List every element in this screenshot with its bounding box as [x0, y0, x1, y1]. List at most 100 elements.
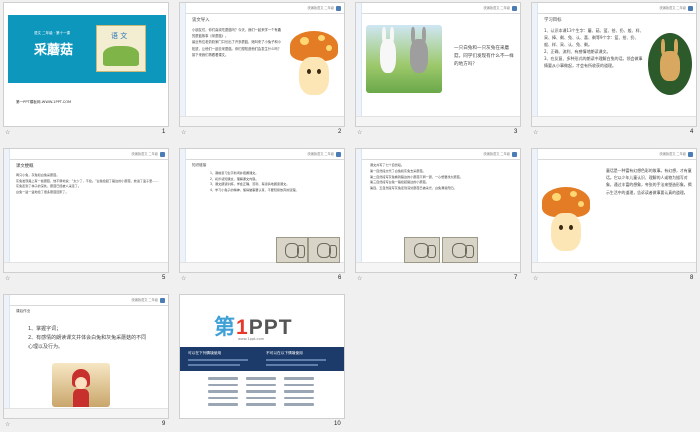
usage-allowed-label: 可以在下列情境使用	[188, 351, 222, 355]
book-label: 语 文	[111, 32, 128, 40]
usage-forbidden-label: 不可以在以下情境使用	[266, 351, 303, 355]
slide-thumbnail-2[interactable]: 统编版语文 二年级 谈文导入 小朋友们，你们喜欢吃蘑菇吗？今天，我们一起来学一个…	[179, 2, 345, 127]
slide8-text: 童话是一种富有幻想色彩的故事。有幻想，才有童话。它以少年儿童认识、理解的人或物为…	[606, 168, 692, 195]
slide-number-8: 8	[690, 275, 694, 281]
slide-thumbnail-3[interactable]: 统编版语文 二年级 一只白兔和一只灰兔在采蘑菇，同学们发现有什么不一样的地方吗？	[355, 2, 521, 127]
slide-header: 统编版语文 二年级	[532, 149, 696, 160]
slide-footer	[4, 262, 168, 272]
slide-star-icon-1: ☆	[5, 129, 11, 136]
slide-header: 统编版语文 二年级	[4, 295, 168, 306]
slide-star-icon-2: ☆	[181, 129, 187, 136]
rabbits-image	[366, 25, 442, 93]
slide-number-7: 7	[514, 275, 518, 281]
slide-footer	[356, 262, 520, 272]
slide6-item: 4、学习小兔子的精神，懂得做事要认真，不要轻易放弃的道理。	[210, 187, 299, 192]
side-bar	[180, 149, 186, 272]
slide4-item: 2、正确、流利、有感情地朗读课文。	[544, 49, 611, 54]
sketch-image-right	[308, 237, 340, 263]
slide9-heading: 课后作业	[16, 309, 31, 313]
sketch-image-left	[276, 237, 308, 263]
slide7-item: 第四、五自然段写灰兔走到深处蘑菇已被采光，白兔满载而归。	[370, 186, 457, 191]
slide-footer	[180, 262, 344, 272]
link-list-right	[284, 377, 314, 410]
side-bar	[532, 149, 538, 272]
slide4-body: 1、认识本课13个生字：蘑、菇、篮、拾、扔、般、样、采、捧、剩、兔、认、喜、剩等…	[544, 27, 644, 69]
slide6-heading: 知识链接	[192, 163, 207, 167]
slide-footer	[532, 116, 696, 126]
slide1-title: 采蘑菇	[34, 43, 74, 58]
slide2-paragraph: 小朋友们，你们喜欢吃蘑菇吗？今天，我们一起来学一个有趣的蘑菇故事《采蘑菇》。	[192, 28, 282, 39]
slide-number-3: 3	[514, 129, 518, 135]
logo-prefix: 第	[214, 316, 236, 339]
slide-header: 统编版语文 二年级	[532, 3, 696, 14]
slide2-body: 小朋友们，你们喜欢吃蘑菇吗？今天，我们一起来学一个有趣的蘑菇故事《采蘑菇》。 最…	[192, 27, 284, 58]
slide-thumbnail-7[interactable]: 统编版语文 二年级 课文共写了七个自然段。 第一自然段交代了白兔和灰兔去采蘑菇。…	[355, 148, 521, 273]
link-list-center	[246, 377, 276, 410]
sketch-image-left	[404, 237, 440, 263]
side-bar	[532, 3, 538, 126]
logo-domain: www.1ppt.com	[238, 337, 265, 341]
mushroom-character-image	[542, 187, 590, 255]
slide-number-1: 1	[162, 129, 166, 135]
slide-star-icon-4: ☆	[533, 129, 539, 136]
slide-thumbnail-9[interactable]: 统编版语文 二年级 课后作业 1、掌握字词； 2、有感情的朗读课文并体会白兔和灰…	[3, 294, 169, 419]
slide-number-6: 6	[338, 275, 342, 281]
side-bar	[180, 3, 186, 126]
slide1-footer: 第一PPT模板网-WWW.1PPT.COM	[16, 100, 72, 104]
slide1-subtitle: 语文 二年级 · 第十一课	[34, 31, 70, 35]
slide-number-2: 2	[338, 129, 342, 135]
slide5-paragraph: 白兔一篮一篮地捡了很多蘑菇回家了。	[16, 189, 69, 194]
slide-star-icon-9: ☆	[5, 421, 11, 428]
slide7-body: 课文共写了七个自然段。 第一自然段交代了白兔和灰兔去采蘑菇。 第二自然段写灰兔看…	[370, 163, 510, 192]
slide-header: 统编版语文 二年级	[180, 149, 344, 160]
slide-star-icon-5: ☆	[5, 275, 11, 282]
slide5-body: 两只小兔，灰兔和白兔采蘑菇。 灰兔发现路上有一些蘑菇，他不屑地说：“太少了，不捡…	[16, 173, 162, 195]
usage-banner: 可以在下列情境使用 不可以在以下情境使用	[180, 347, 344, 371]
slide-footer	[532, 262, 696, 272]
logo-digit: 1	[236, 316, 249, 339]
slide-thumbnail-10[interactable]: 第1PPT www.1ppt.com 可以在下列情境使用 不可以在以下情境使用	[179, 294, 345, 419]
slide-thumbnail-8[interactable]: 统编版语文 二年级 童话是一种富有幻想色彩的故事。有幻想，才有童话。它以少年儿童…	[531, 148, 697, 273]
slide-thumbnail-4[interactable]: 统编版语文 二年级 学习目标 1、认识本课13个生字：蘑、菇、篮、拾、扔、般、样…	[531, 2, 697, 127]
slide-thumbnail-1[interactable]: 语文 二年级 · 第十一课 采蘑菇 语 文 第一PPT模板网-WWW.1PPT.…	[3, 2, 169, 127]
slide4-item: 3、在反复、多种形式的朗读中理解白兔的话。领会做事情要从小事做起，才会有所收获的…	[544, 56, 643, 68]
slide-thumbnail-6[interactable]: 统编版语文 二年级 知识链接 1、课前复习生字新词并把握课文。 2、初步感知课文…	[179, 148, 345, 273]
sketch-image-right	[442, 237, 478, 263]
slide-footer	[180, 116, 344, 126]
slide6-body: 1、课前复习生字新词并把握课文。 2、初步感知课文，理解课文内容。 3、课文朗读…	[210, 171, 338, 193]
slide-star-icon-8: ☆	[533, 275, 539, 282]
mushroom-character-image	[290, 31, 338, 101]
slide-number-9: 9	[162, 421, 166, 427]
slide-star-icon-3: ☆	[357, 129, 363, 136]
textbook-image: 语 文	[96, 25, 146, 72]
slide2-heading: 谈文导入	[192, 18, 210, 23]
side-bar	[356, 149, 362, 272]
slide-footer	[4, 408, 168, 418]
slide2-paragraph: 最近有位老奶奶家门口长出了许多蘑菇，她叫来了小兔子和小松鼠，让他们一起去采蘑菇。…	[192, 40, 282, 51]
slide2-paragraph: 接下来我们再看看课文。	[192, 52, 229, 57]
slide-number-10: 10	[334, 421, 341, 427]
slide-number-5: 5	[162, 275, 166, 281]
slide-header: 统编版语文 二年级	[180, 3, 344, 14]
slide3-text: 一只白兔和一只灰兔在采蘑菇，同学们发现有什么不一样的地方吗？	[454, 46, 514, 67]
slide-footer	[356, 116, 520, 126]
rabbit-image	[648, 33, 692, 95]
slide-header: 统编版语文 二年级	[356, 149, 520, 160]
slide9-item: 2、有感情的朗读课文并体会白兔和灰兔采蘑菇的不同心理以及行为。	[28, 335, 147, 350]
slide-star-icon-6: ☆	[181, 275, 187, 282]
side-bar	[356, 3, 362, 126]
girl-with-mushroom-image	[52, 363, 110, 407]
link-list-left	[208, 377, 238, 410]
slide4-item: 1、认识本课13个生字：蘑、菇、篮、拾、扔、般、样、采、捧、剩、兔、认、喜、剩等…	[544, 28, 644, 47]
slide-header: 统编版语文 二年级	[4, 149, 168, 160]
side-bar	[4, 149, 10, 272]
slide9-body: 1、掌握字词； 2、有感情的朗读课文并体会白兔和灰兔采蘑菇的不同心理以及行为。	[28, 325, 148, 352]
slide4-heading: 学习目标	[544, 18, 562, 23]
slide-number-4: 4	[690, 129, 694, 135]
slide5-heading: 课文梗概	[16, 164, 34, 169]
slide-star-icon-7: ☆	[357, 275, 363, 282]
logo-suffix: PPT	[248, 316, 293, 339]
slide-thumbnail-5[interactable]: 统编版语文 二年级 课文梗概 两只小兔，灰兔和白兔采蘑菇。 灰兔发现路上有一些蘑…	[3, 148, 169, 273]
slide-header: 统编版语文 二年级	[356, 3, 520, 14]
side-bar	[4, 295, 10, 418]
